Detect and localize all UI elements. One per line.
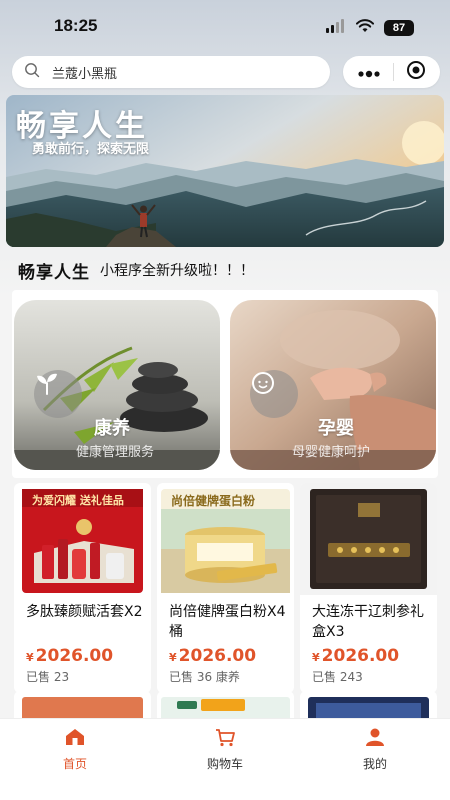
sold-count: 已售 243 <box>312 670 363 684</box>
tab-label: 我的 <box>362 757 387 771</box>
cart-icon <box>214 727 236 751</box>
sold-count: 已售 36 康养 <box>169 670 240 684</box>
tab-label: 购物车 <box>206 757 243 771</box>
clock-time: 18:25 <box>54 16 98 35</box>
announcement-title: 畅享人生 <box>18 262 90 283</box>
product-price: ¥ 2026.00 <box>312 646 399 666</box>
tab-home[interactable]: 首页 <box>0 727 150 773</box>
product-price: ¥ 2026.00 <box>169 646 256 666</box>
category-description: 母婴健康呵护 <box>292 445 371 460</box>
product-card[interactable]: 为爱闪耀 送礼佳品 多肽臻颜赋活套X2 ¥ 2026.00 已售 23 <box>14 483 151 693</box>
product-card-partial[interactable] <box>14 691 151 721</box>
more-icon[interactable] <box>357 63 381 82</box>
sprout-icon <box>34 370 82 418</box>
product-image-partial <box>161 697 290 721</box>
price-value: 2026.00 <box>178 646 257 666</box>
product-name: 大连冻干辽刺参礼盒X3 <box>312 604 424 640</box>
battery-indicator: 87 <box>384 19 414 36</box>
price-value: 2026.00 <box>35 646 114 666</box>
product-name: 多肽臻颜赋活套X2 <box>26 604 143 620</box>
product-image-label: 尚倍健牌蛋白粉 <box>171 494 256 508</box>
product-card[interactable]: 尚倍健牌蛋白粉 尚倍健牌蛋白粉X4桶 ¥ 2026.00 已售 36 康养 <box>157 483 294 693</box>
announcement-text: 小程序全新升级啦！！！ <box>100 263 254 279</box>
currency-symbol: ¥ <box>312 651 320 664</box>
close-target-icon[interactable] <box>406 60 426 84</box>
search-row: 兰蔻小黑瓶 <box>12 56 442 88</box>
status-icons: 87 <box>326 18 414 37</box>
product-name: 尚倍健牌蛋白粉X4桶 <box>169 604 286 640</box>
product-card[interactable]: 大连冻干辽刺参礼盒X3 ¥ 2026.00 已售 243 <box>300 483 437 693</box>
product-card-partial[interactable] <box>157 691 294 721</box>
banner-subtitle: 勇敢前行，探索无限 <box>32 142 150 157</box>
price-value: 2026.00 <box>321 646 400 666</box>
category-card-wellness[interactable]: 康养 健康管理服务 <box>14 300 220 470</box>
product-price: ¥ 2026.00 <box>26 646 113 666</box>
home-icon <box>64 727 86 751</box>
search-value: 兰蔻小黑瓶 <box>52 66 118 82</box>
currency-symbol: ¥ <box>169 651 177 664</box>
product-grid: 为爱闪耀 送礼佳品 多肽臻颜赋活套X2 ¥ 2026.00 已售 23 尚倍健牌… <box>12 483 438 723</box>
status-bar: 18:25 87 <box>0 0 450 52</box>
product-image-partial <box>22 697 143 721</box>
announcement-bar[interactable]: 畅享人生 小程序全新升级啦！！！ <box>18 257 438 283</box>
category-name: 康养 <box>94 418 130 439</box>
bottom-tab-bar: 首页 购物车 我的 <box>0 718 450 800</box>
sold-count: 已售 23 <box>26 670 70 684</box>
category-card-maternity[interactable]: 孕婴 母婴健康呵护 <box>230 300 436 470</box>
promo-banner[interactable]: 畅享人生 勇敢前行，探索无限 <box>6 95 444 247</box>
baby-face-icon <box>250 370 298 418</box>
miniprogram-capsule <box>343 56 440 88</box>
capsule-divider <box>393 63 394 81</box>
search-input[interactable]: 兰蔻小黑瓶 <box>12 56 330 88</box>
profile-icon <box>364 727 386 751</box>
category-description: 健康管理服务 <box>76 445 155 460</box>
tab-cart[interactable]: 购物车 <box>150 727 300 773</box>
product-image-label: 为爱闪耀 送礼佳品 <box>32 494 124 507</box>
currency-symbol: ¥ <box>26 651 34 664</box>
search-icon <box>24 62 40 82</box>
product-image-partial <box>308 697 429 721</box>
tab-profile[interactable]: 我的 <box>300 727 450 773</box>
category-panel: 康养 健康管理服务 孕婴 母婴健康呵护 <box>12 290 438 478</box>
product-card-partial[interactable] <box>300 691 437 721</box>
wifi-icon <box>356 18 374 37</box>
signal-icon <box>326 18 346 37</box>
tab-label: 首页 <box>62 757 87 771</box>
category-name: 孕婴 <box>318 418 354 439</box>
product-image-sea-cucumber-box <box>300 483 437 595</box>
